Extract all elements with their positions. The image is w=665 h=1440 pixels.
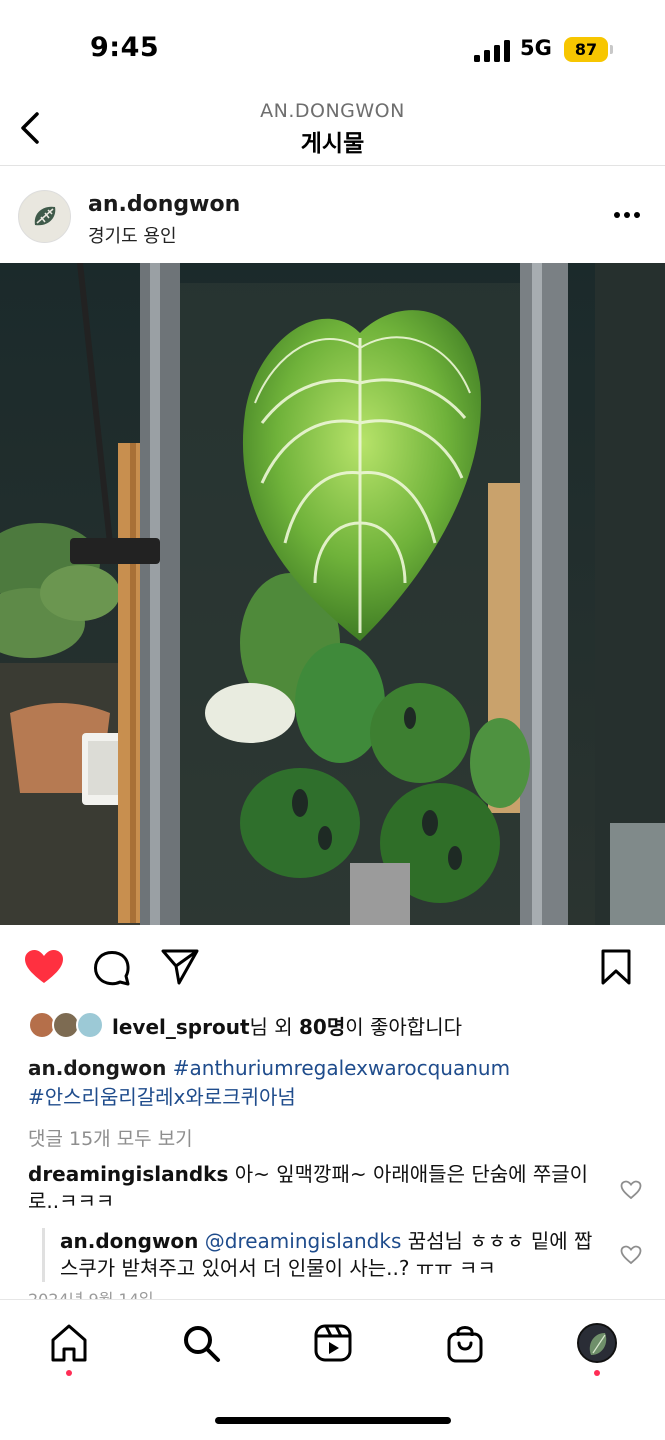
nav-subtitle: AN.DONGWON xyxy=(260,100,405,122)
shopping-bag-icon xyxy=(447,1326,483,1363)
likes-text: level_sprout님 외 80명이 좋아합니다 xyxy=(112,1011,462,1040)
likes-mid-text: 님 외 xyxy=(249,1014,300,1039)
reels-icon xyxy=(314,1324,352,1362)
heart-outline-icon xyxy=(620,1245,642,1265)
comment-username[interactable]: dreamingislandks xyxy=(28,1162,228,1186)
likes-end-text: 이 좋아합니다 xyxy=(345,1014,463,1039)
post-photo[interactable] xyxy=(0,263,665,925)
tab-search[interactable] xyxy=(176,1318,226,1368)
heart-filled-icon xyxy=(25,950,63,983)
plant-photo-image xyxy=(0,263,665,925)
profile-avatar-icon xyxy=(577,1323,617,1363)
nav-header: AN.DONGWON 게시물 xyxy=(0,96,665,166)
bookmark-icon xyxy=(601,949,631,985)
battery-icon xyxy=(610,45,613,54)
network-type: 5G xyxy=(520,36,552,60)
save-button[interactable] xyxy=(594,945,638,989)
heart-outline-icon xyxy=(620,1180,642,1200)
liker-username[interactable]: level_sprout xyxy=(112,1015,250,1039)
reply-indicator xyxy=(42,1228,45,1282)
caption-username[interactable]: an.dongwon xyxy=(28,1056,166,1080)
comment-icon xyxy=(94,951,130,986)
hashtag[interactable]: #안스리움리갈레x와로크퀴아넘 xyxy=(28,1085,296,1109)
tab-reels[interactable] xyxy=(308,1318,358,1368)
status-time: 9:45 xyxy=(90,32,160,63)
comment-mention[interactable]: @dreamingislandks xyxy=(205,1229,402,1253)
like-button[interactable] xyxy=(22,945,66,989)
send-icon xyxy=(161,949,199,985)
hashtag[interactable]: #anthuriumregalexwarocquanum xyxy=(173,1056,510,1080)
status-bar: 9:45 5G 87 xyxy=(0,0,665,100)
more-options-button[interactable] xyxy=(605,200,649,230)
comment-like-button[interactable] xyxy=(618,1242,644,1268)
home-indicator xyxy=(215,1417,451,1424)
home-icon xyxy=(51,1324,87,1362)
avatar[interactable] xyxy=(18,190,71,243)
comment-button[interactable] xyxy=(90,945,134,989)
post-caption: an.dongwon #anthuriumregalexwarocquanum … xyxy=(28,1054,638,1112)
monstera-avatar-icon xyxy=(19,191,70,242)
notification-dot xyxy=(66,1370,72,1376)
liker-avatar xyxy=(76,1011,104,1039)
likes-count[interactable]: 80명 xyxy=(299,1015,345,1039)
post-location[interactable]: 경기도 용인 xyxy=(88,222,177,248)
tab-home[interactable] xyxy=(44,1318,94,1368)
liker-avatars xyxy=(28,1011,108,1039)
post-username[interactable]: an.dongwon xyxy=(88,192,240,217)
comment: dreamingislandks 아~ 잎맥깡패~ 아래애들은 단숨에 쭈글이로… xyxy=(28,1161,618,1215)
tab-shop[interactable] xyxy=(440,1318,490,1368)
comment-username[interactable]: an.dongwon xyxy=(60,1229,198,1253)
comment-like-button[interactable] xyxy=(618,1177,644,1203)
bottom-tab-bar xyxy=(0,1299,665,1440)
view-all-comments-link[interactable]: 댓글 15개 모두 보기 xyxy=(28,1124,193,1151)
post-actions xyxy=(0,935,665,999)
search-icon xyxy=(184,1326,220,1362)
post-header: an.dongwon 경기도 용인 xyxy=(0,170,665,262)
share-button[interactable] xyxy=(158,945,202,989)
signal-icon xyxy=(474,40,510,62)
notification-dot xyxy=(594,1370,600,1376)
battery-level: 87 xyxy=(564,37,608,62)
more-horizontal-icon xyxy=(614,212,640,218)
page-title: 게시물 xyxy=(300,131,365,157)
likes-summary[interactable]: level_sprout님 외 80명이 좋아합니다 xyxy=(28,1008,462,1042)
tab-profile[interactable] xyxy=(572,1318,622,1368)
comment-reply: an.dongwon @dreamingislandks 꿈섬님 ㅎㅎㅎ 밑에 … xyxy=(60,1228,605,1282)
